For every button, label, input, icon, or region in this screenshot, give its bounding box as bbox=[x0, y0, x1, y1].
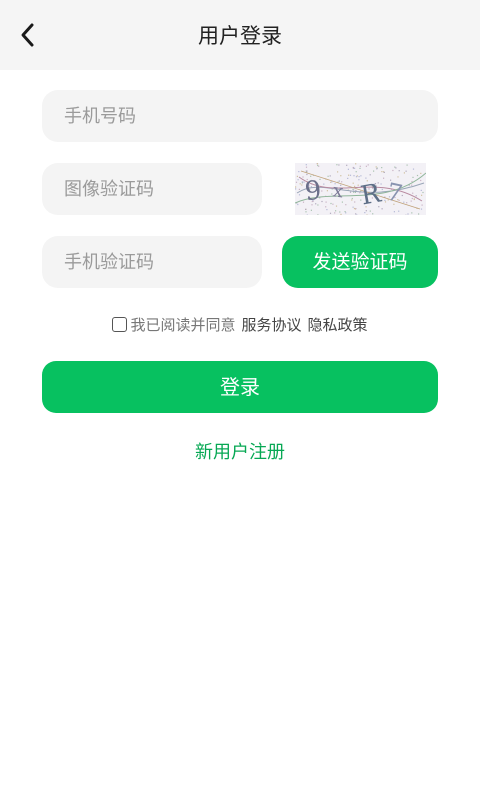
privacy-policy-link[interactable]: 隐私政策 bbox=[308, 314, 368, 335]
captcha-char: 9 bbox=[303, 176, 323, 208]
chevron-left-icon bbox=[21, 23, 34, 47]
login-button[interactable]: 登录 bbox=[42, 361, 438, 413]
agreement-checkbox[interactable] bbox=[112, 316, 128, 332]
service-agreement-link[interactable]: 服务协议 bbox=[241, 314, 301, 335]
phone-number-input[interactable] bbox=[42, 90, 438, 142]
image-captcha-input[interactable] bbox=[42, 163, 262, 215]
page-title: 用户登录 bbox=[198, 24, 282, 48]
register-link-row: 新用户注册 bbox=[0, 438, 480, 466]
agreement-text: 我已阅读并同意 bbox=[130, 315, 236, 334]
header-bar: 用户登录 bbox=[0, 0, 480, 70]
send-code-button[interactable]: 发送验证码 bbox=[282, 236, 438, 288]
back-button[interactable] bbox=[10, 17, 46, 53]
register-link[interactable]: 新用户注册 bbox=[195, 442, 285, 463]
agreement-row: 我已阅读并同意 服务协议 隐私政策 bbox=[0, 312, 480, 336]
sms-code-input[interactable] bbox=[42, 236, 262, 288]
captcha-image[interactable]: 9 x R 7 bbox=[295, 163, 426, 215]
